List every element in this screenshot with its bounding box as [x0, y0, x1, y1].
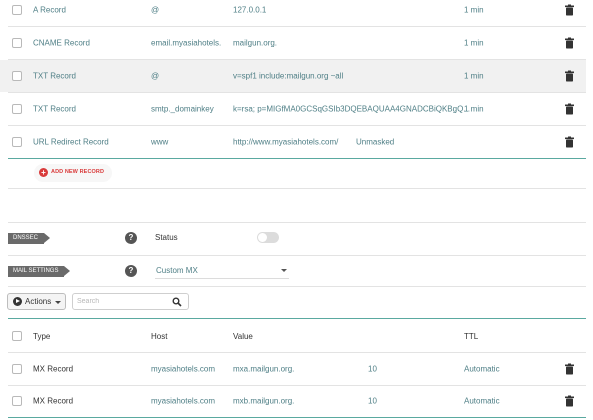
chevron-down-icon [55, 301, 61, 304]
record-type: TXT Record [33, 104, 76, 114]
row-checkbox[interactable] [12, 396, 22, 406]
section-divider [8, 286, 586, 287]
section-divider [8, 188, 586, 189]
record-host: myasiahotels.com [151, 396, 216, 406]
row-txt-domainkey-record[interactable]: TXT Record smtp._domainkey k=rsa; p=MIGf… [0, 93, 586, 125]
redirect-mode: Unmasked [356, 137, 395, 147]
section-divider [8, 255, 586, 256]
mx-row-1[interactable]: MX Record myasiahotels.com mxa.mailgun.o… [0, 353, 586, 385]
row-checkbox[interactable] [12, 5, 22, 15]
search-input[interactable] [77, 296, 167, 307]
trash-icon[interactable] [565, 4, 574, 16]
mail-settings-value: Custom MX [156, 266, 198, 275]
play-icon [13, 297, 22, 306]
records-table-bottom-border [8, 158, 586, 159]
row-a-record[interactable]: A Record @ 127.0.0.1 1 min [0, 0, 586, 26]
record-ttl: 1 min [464, 38, 484, 48]
row-cname-record[interactable]: CNAME Record email.myasiahotels. mailgun… [0, 27, 586, 59]
record-host: myasiahotels.com [151, 364, 216, 374]
row-txt-record[interactable]: TXT Record @ v=spf1 include:mailgun.org … [0, 60, 586, 92]
mx-table-bottom-border [8, 417, 586, 418]
row-checkbox[interactable] [12, 71, 22, 81]
record-value: mailgun.org. [233, 38, 278, 48]
record-ttl: 1 min [464, 5, 484, 15]
mx-table-header: Type Host Value TTL [0, 320, 586, 352]
actions-button[interactable]: Actions [7, 293, 66, 310]
record-host: @ [151, 5, 160, 15]
record-type: URL Redirect Record [33, 137, 109, 147]
dnssec-status-toggle[interactable] [257, 232, 279, 243]
record-type: MX Record [33, 364, 74, 374]
chevron-down-icon [281, 269, 287, 272]
add-new-record-button[interactable]: + ADD NEW RECORD [34, 164, 112, 182]
row-checkbox[interactable] [12, 38, 22, 48]
trash-icon[interactable] [565, 395, 574, 407]
record-value: http://www.myasiahotels.com/ [233, 137, 339, 147]
search-icon[interactable] [172, 297, 182, 307]
add-new-record-label: ADD NEW RECORD [51, 169, 105, 175]
dnssec-status-label: Status [155, 233, 178, 242]
record-ttl: Automatic [464, 364, 500, 374]
question-icon[interactable]: ? [125, 232, 137, 244]
question-icon[interactable]: ? [125, 265, 137, 277]
column-header-ttl: TTL [464, 332, 479, 341]
mx-row-2[interactable]: MX Record myasiahotels.com mxb.mailgun.o… [0, 385, 586, 417]
record-value: mxb.mailgun.org. [233, 396, 295, 406]
column-header-host: Host [151, 332, 168, 341]
record-ttl: 1 min [464, 104, 484, 114]
actions-label: Actions [25, 297, 52, 306]
plus-icon: + [39, 168, 48, 177]
toggle-knob [258, 233, 267, 242]
record-type: MX Record [33, 396, 74, 406]
mail-settings-tag: MAIL SETTINGS [8, 266, 71, 277]
column-header-value: Value [233, 332, 253, 341]
mx-priority: 10 [368, 396, 377, 406]
record-value: v=spf1 include:mailgun.org ~all [233, 71, 344, 81]
record-host: @ [151, 71, 160, 81]
record-value: k=rsa; p=MIGfMA0GCSqGSIb3DQEBAQUAA4GNADC… [233, 104, 470, 114]
row-url-redirect-record[interactable]: URL Redirect Record www http://www.myasi… [0, 126, 586, 158]
section-divider [8, 222, 586, 223]
row-checkbox[interactable] [12, 104, 22, 114]
record-value: mxa.mailgun.org. [233, 364, 295, 374]
trash-icon[interactable] [565, 103, 574, 115]
record-type: CNAME Record [33, 38, 90, 48]
record-type: A Record [33, 5, 66, 15]
record-ttl: 1 min [464, 71, 484, 81]
column-header-type: Type [33, 332, 51, 341]
dnssec-tag: DNSSEC [8, 233, 51, 244]
record-value: 127.0.0.1 [233, 5, 267, 15]
record-host: smtp._domainkey [151, 104, 214, 114]
record-host: www [151, 137, 169, 147]
trash-icon[interactable] [565, 37, 574, 49]
record-ttl: Automatic [464, 396, 500, 406]
row-checkbox[interactable] [12, 364, 22, 374]
record-host: email.myasiahotels. [151, 38, 222, 48]
record-type: TXT Record [33, 71, 76, 81]
select-all-checkbox[interactable] [12, 331, 22, 341]
trash-icon[interactable] [565, 136, 574, 148]
search-box[interactable] [72, 293, 189, 310]
trash-icon[interactable] [565, 363, 574, 375]
row-checkbox[interactable] [12, 137, 22, 147]
trash-icon[interactable] [565, 70, 574, 82]
mx-priority: 10 [368, 364, 377, 374]
mail-settings-select[interactable]: Custom MX [155, 263, 289, 279]
mx-table-top-border [8, 318, 586, 319]
